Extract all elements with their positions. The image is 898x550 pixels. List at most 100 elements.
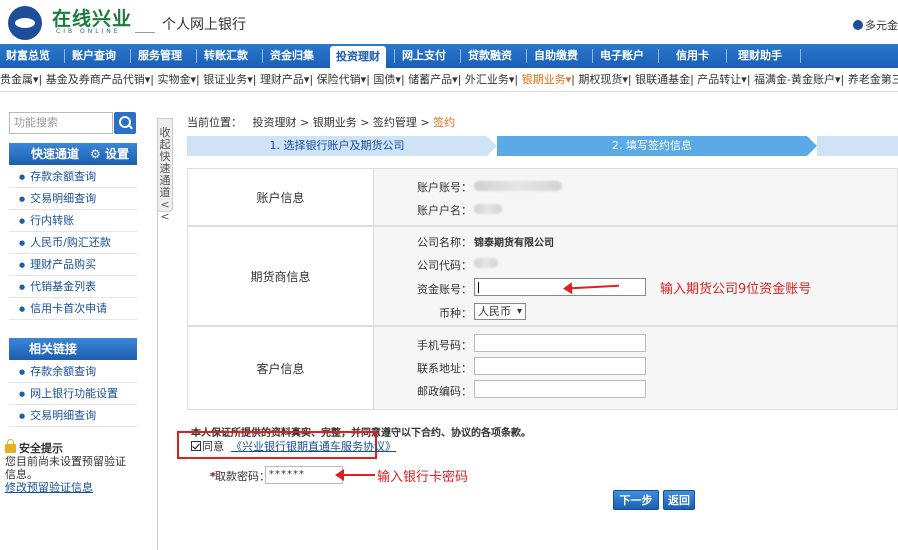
agree-checkbox[interactable]	[191, 441, 201, 451]
fund-account-label: 资金账号：	[417, 283, 472, 296]
agreement-link[interactable]: 《兴业银行银期直通车服务协议》	[231, 440, 396, 453]
fund-account-annotation: 输入期货公司9位资金账号	[660, 282, 812, 297]
quick-item[interactable]: 交易明细查询	[9, 188, 137, 210]
logo-divider	[135, 32, 155, 33]
quick-panel-title: 快速通道	[31, 147, 80, 161]
nav-divider	[800, 49, 801, 63]
subnav-item[interactable]: 产品转让▾	[697, 73, 747, 86]
back-button[interactable]: 返回	[663, 490, 695, 510]
subnav-item[interactable]: 基金及券商产品代销▾	[46, 73, 151, 86]
password-label: **取款密码：	[209, 470, 271, 483]
phone-input[interactable]	[474, 334, 646, 352]
subnav-item-active[interactable]: 银期业务▾	[522, 73, 572, 86]
nav-item-pay[interactable]: 网上支付	[402, 44, 446, 68]
step-indicator: 1. 选择银行账户及期货公司 2. 填写签约信息	[187, 136, 898, 156]
nav-item-bill[interactable]: 自助缴费	[534, 44, 578, 68]
nav-divider	[726, 49, 727, 63]
nav-divider	[394, 49, 395, 63]
account-info-label: 账户信息	[188, 169, 374, 225]
zip-input[interactable]	[474, 380, 646, 398]
phone-label: 手机号码：	[417, 339, 472, 352]
breadcrumb-current: 签约	[433, 116, 456, 129]
nav-item-wealth[interactable]: 财富总览	[6, 44, 50, 68]
logo-subtext: CIB ONLINE	[56, 28, 121, 35]
breadcrumb-path: 投资理财 > 银期业务 > 签约管理 >	[252, 116, 434, 129]
nav-item-eaccount[interactable]: 电子账户	[600, 44, 644, 68]
subnav-item[interactable]: 理财产品▾	[260, 73, 310, 86]
logo-text: 在线兴业	[52, 8, 133, 30]
address-input[interactable]	[474, 357, 646, 375]
sub-nav: 贵金属▾| 基金及券商产品代销▾| 实物金▾| 银证业务▾| 理财产品▾| 保险…	[0, 68, 898, 92]
step-3	[817, 136, 898, 156]
futures-info-body: 公司名称： 锦泰期货有限公司 公司代码： 资金账号： 币种： 人民币	[374, 227, 897, 325]
collapse-label: 收起快速通道<<	[159, 126, 171, 223]
subnav-item[interactable]: 贵金属▾	[0, 73, 39, 86]
nav-item-account[interactable]: 账户查询	[72, 44, 116, 68]
top-right-label: 多元金	[865, 19, 898, 32]
quick-item[interactable]: 存款余额查询	[9, 166, 137, 188]
main-content: 当前位置： 投资理财 > 银期业务 > 签约管理 > 签约 1. 选择银行账户及…	[175, 106, 898, 550]
password-label-text: *取款密码：	[209, 470, 271, 483]
password-input[interactable]: ******	[265, 466, 343, 484]
breadcrumb: 当前位置： 投资理财 > 银期业务 > 签约管理 > 签约	[187, 114, 455, 130]
quick-item[interactable]: 代销基金列表	[9, 276, 137, 298]
quick-item[interactable]: 人民币/购汇还款	[9, 232, 137, 254]
subnav-item[interactable]: 储蓄产品▾	[408, 73, 458, 86]
top-right-link[interactable]: 多元金	[853, 17, 898, 33]
link-item[interactable]: 网上银行功能设置	[9, 383, 137, 405]
account-no-masked	[474, 181, 562, 191]
collapse-quick-toggle[interactable]: 收起快速通道<<	[157, 118, 173, 223]
brand-dot-icon	[853, 20, 863, 30]
nav-item-collect[interactable]: 资金归集	[270, 44, 314, 68]
nav-divider	[460, 49, 461, 63]
company-code-label: 公司代码：	[417, 259, 472, 272]
nav-item-service[interactable]: 服务管理	[138, 44, 182, 68]
quick-item[interactable]: 行内转账	[9, 210, 137, 232]
customer-info-section: 客户信息 手机号码： 联系地址： 邮政编码：	[187, 326, 898, 410]
link-item[interactable]: 交易明细查询	[9, 405, 137, 427]
main-nav: 财富总览 账户查询 服务管理 转账汇款 资金归集 投资理财 网上支付 贷款融资 …	[0, 44, 898, 68]
nav-item-loan[interactable]: 贷款融资	[468, 44, 512, 68]
nav-divider	[262, 49, 263, 63]
quick-item[interactable]: 理财产品购买	[9, 254, 137, 276]
quick-item[interactable]: 信用卡首次申请	[9, 298, 137, 320]
subnav-item[interactable]: 实物金▾	[157, 73, 196, 86]
nav-item-transfer[interactable]: 转账汇款	[204, 44, 248, 68]
lock-icon	[5, 439, 16, 453]
subnav-item[interactable]: 期权现货▾	[578, 73, 628, 86]
subnav-item[interactable]: 福满金-黄金账户▾	[754, 73, 841, 86]
search-icon[interactable]	[114, 112, 136, 134]
nav-divider	[526, 49, 527, 63]
settings-button[interactable]: ⚙ 设置	[90, 143, 129, 165]
safety-text: 您目前尚未设置预留验证信息。	[5, 455, 126, 481]
subnav-item[interactable]: 保险代销▾	[317, 73, 367, 86]
nav-item-assistant[interactable]: 理财助手	[738, 44, 782, 68]
subnav-item[interactable]: 国债▾	[373, 73, 401, 86]
currency-select[interactable]: 人民币	[474, 303, 526, 320]
nav-item-credit[interactable]: 信用卡	[676, 44, 709, 68]
account-no-label: 账户账号：	[417, 181, 472, 194]
subnav-item[interactable]: 银证业务▾	[203, 73, 253, 86]
subnav-item[interactable]: 外汇业务▾	[465, 73, 515, 86]
company-name-value: 锦泰期货有限公司	[474, 238, 554, 249]
safety-title: 安全提示	[19, 442, 63, 455]
nav-item-invest[interactable]: 投资理财	[330, 46, 386, 68]
safety-link[interactable]: 修改预留验证信息	[5, 481, 93, 494]
links-panel-header: 相关链接	[9, 338, 137, 360]
nav-divider	[592, 49, 593, 63]
account-info-section: 账户信息 账户账号： 账户户名：	[187, 168, 898, 226]
company-name-label: 公司名称：	[417, 236, 472, 249]
subnav-item[interactable]: 养老金第三支	[848, 73, 898, 86]
quick-panel-header: 快速通道 ⚙ 设置	[9, 143, 137, 165]
nav-divider	[130, 49, 131, 63]
customer-info-body: 手机号码： 联系地址： 邮政编码：	[374, 327, 897, 409]
subnav-item[interactable]: 银联通基金	[635, 73, 690, 86]
next-button[interactable]: 下一步	[613, 490, 659, 510]
currency-label: 币种：	[439, 307, 472, 320]
function-search-input[interactable]: 功能搜索	[9, 112, 113, 134]
link-item[interactable]: 存款余额查询	[9, 361, 137, 383]
step-2-active: 2. 填写签约信息	[497, 136, 817, 156]
futures-info-section: 期货商信息 公司名称： 锦泰期货有限公司 公司代码： 资金账号： 币种： 人民币	[187, 226, 898, 326]
step-1: 1. 选择银行账户及期货公司	[187, 136, 497, 156]
fund-account-input[interactable]	[474, 278, 646, 296]
